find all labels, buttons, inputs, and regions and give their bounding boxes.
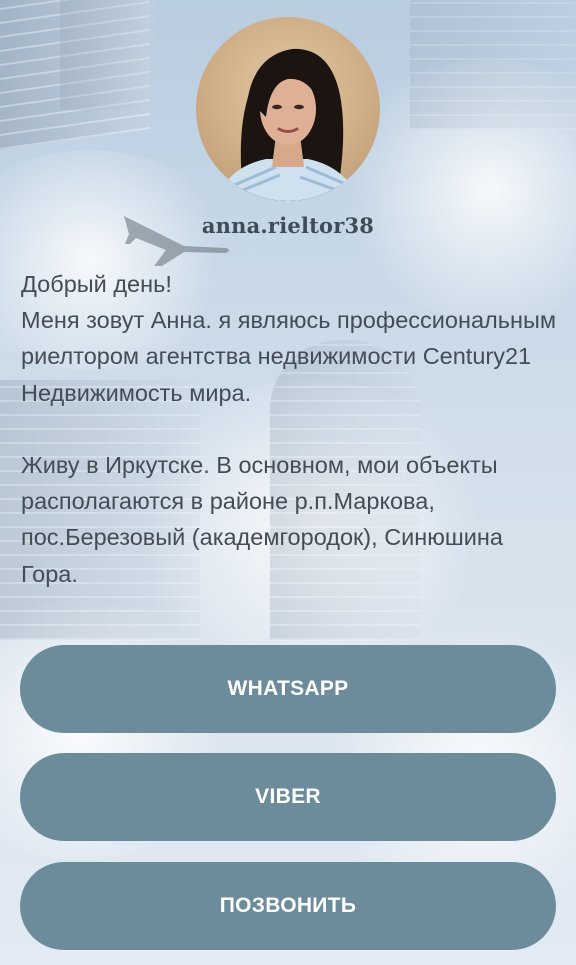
profile-page: anna.rieltor38 Добрый день! Меня зовут А…	[0, 0, 576, 965]
call-button[interactable]: ПОЗВОНИТЬ	[20, 862, 556, 950]
profile-bio: Добрый день! Меня зовут Анна. я являюсь …	[21, 271, 556, 587]
avatar-photo	[216, 48, 360, 201]
whatsapp-button[interactable]: WHATSAPP	[20, 645, 556, 733]
viber-button[interactable]: VIBER	[20, 753, 556, 841]
profile-avatar	[196, 17, 380, 201]
profile-username: anna.rieltor38	[201, 213, 375, 238]
